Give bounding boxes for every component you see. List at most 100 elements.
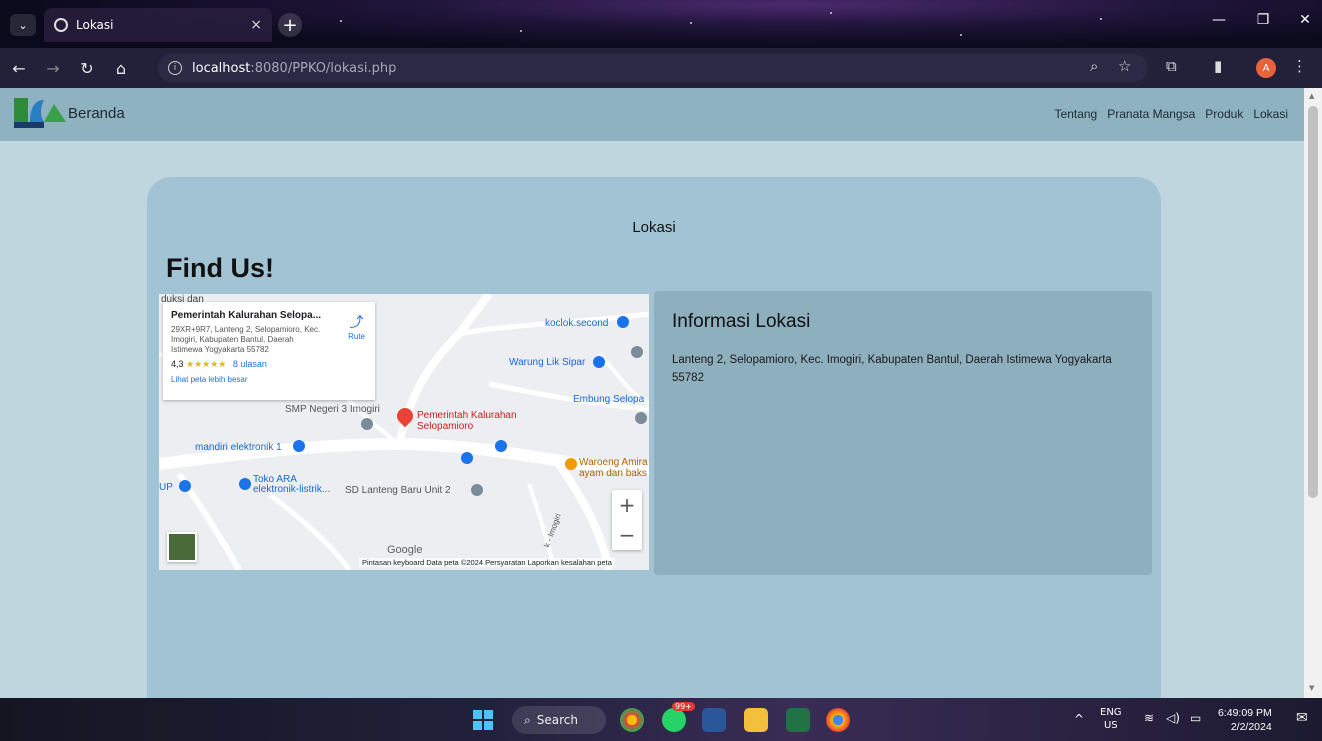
- language-indicator[interactable]: ENG US: [1100, 706, 1122, 732]
- minimize-button[interactable]: —: [1204, 12, 1234, 28]
- shop-pin-icon: [293, 440, 305, 452]
- find-us-heading: Find Us!: [166, 253, 274, 283]
- info-address: Lanteng 2, Selopamioro, Kec. Imogiri, Ka…: [672, 354, 1112, 384]
- menu-dots-icon[interactable]: ⋮: [1292, 57, 1307, 75]
- notification-badge: 99+: [672, 702, 695, 711]
- bookmark-star-icon[interactable]: ☆: [1118, 57, 1131, 75]
- back-arrow-icon[interactable]: ←: [4, 59, 34, 78]
- map-label: koclok.second: [545, 318, 609, 329]
- browser-tab[interactable]: Lokasi ×: [44, 8, 272, 42]
- page-scrollbar[interactable]: ▲ ▼: [1304, 88, 1322, 698]
- start-menu-icon[interactable]: [473, 710, 493, 730]
- close-window-button[interactable]: ✕: [1290, 12, 1320, 28]
- map-attribution[interactable]: Pintasan keyboard Data peta ©2024 Persya…: [359, 558, 615, 567]
- food-pin-icon: [593, 356, 605, 368]
- place-pin-icon: [635, 412, 647, 424]
- reviews-link[interactable]: 8 ulasan: [233, 359, 267, 369]
- file-explorer-icon[interactable]: [744, 708, 768, 732]
- map-label: SMP Negeri 3 Imogiri: [285, 404, 380, 415]
- school-pin-icon: [471, 484, 483, 496]
- clock-time: 6:49:09 PM: [1218, 707, 1272, 719]
- map-label: elektronik-listrik...: [253, 484, 331, 495]
- notification-bell-icon[interactable]: ✉: [1296, 710, 1308, 726]
- shop-pin-icon: [461, 452, 473, 464]
- brand-link[interactable]: Beranda: [68, 105, 125, 122]
- map-label: ayam dan baks: [579, 468, 647, 479]
- directions-icon: ⤴: [349, 314, 364, 330]
- rating-stars-icon: ★★★★★: [186, 359, 227, 369]
- address-bar[interactable]: i localhost:8080/PPKO/lokasi.php: [158, 54, 1148, 82]
- restore-button[interactable]: ❐: [1248, 12, 1278, 28]
- scroll-up-icon[interactable]: ▲: [1309, 92, 1314, 100]
- shop-pin-icon: [495, 440, 507, 452]
- whatsapp-app-icon[interactable]: 99+: [662, 702, 695, 732]
- page-viewport: Beranda Tentang Pranata Mangsa Produk Lo…: [0, 88, 1304, 698]
- profile-avatar[interactable]: A: [1256, 58, 1276, 78]
- zoom-in-button[interactable]: +: [612, 490, 642, 520]
- map-label: Pemerintah Kalurahan: [417, 410, 517, 421]
- search-label: Search: [536, 713, 578, 727]
- shop-pin-icon: [239, 478, 251, 490]
- new-tab-button[interactable]: +: [278, 13, 302, 37]
- scroll-down-icon[interactable]: ▼: [1309, 684, 1314, 692]
- school-pin-icon: [361, 418, 373, 430]
- location-card: Lokasi Find Us! duksi dan koclok.second: [147, 177, 1161, 698]
- nav-link-lokasi[interactable]: Lokasi: [1253, 107, 1288, 121]
- map-label: SD Lanteng Baru Unit 2: [345, 485, 451, 496]
- tray-chevron-icon[interactable]: ^: [1074, 712, 1084, 726]
- url-path: :8080/PPKO/lokasi.php: [250, 60, 397, 76]
- word-app-icon[interactable]: [702, 708, 726, 732]
- reload-icon[interactable]: ↻: [72, 59, 102, 78]
- nav-link-tentang[interactable]: Tentang: [1055, 107, 1098, 121]
- directions-button[interactable]: ⤴ Rute: [348, 312, 365, 341]
- chrome-app-icon[interactable]: [620, 708, 644, 732]
- map-label: Embung Selopa: [573, 394, 645, 405]
- embedded-map[interactable]: duksi dan koclok.second Warung Lik Sipar…: [159, 294, 649, 570]
- url-host: localhost: [192, 60, 251, 76]
- excel-app-icon[interactable]: [786, 708, 810, 732]
- side-panel-icon[interactable]: ▮: [1214, 57, 1222, 75]
- map-layers-button[interactable]: [167, 532, 197, 562]
- map-label: Warung Lik Sipar: [509, 357, 586, 368]
- tab-close-icon[interactable]: ×: [250, 17, 262, 33]
- windows-taskbar: ⌕ Search 99+ ^ ENG US ≋ ◁) ▭ 6:49:09 PM …: [0, 698, 1322, 741]
- map-label: Waroeng Amira: [579, 457, 648, 468]
- directions-label: Rute: [348, 332, 365, 341]
- site-info-icon[interactable]: i: [168, 61, 182, 75]
- taskbar-clock[interactable]: 6:49:09 PM 2/2/2024: [1218, 706, 1272, 734]
- chrome-profile-app-icon[interactable]: [826, 708, 850, 732]
- larger-map-link[interactable]: Lihat peta lebih besar: [171, 375, 367, 384]
- map-label: mandiri elektronik 1: [195, 442, 282, 453]
- zoom-out-button[interactable]: −: [612, 520, 642, 550]
- taskbar-search[interactable]: ⌕ Search: [512, 706, 606, 734]
- volume-icon[interactable]: ◁): [1166, 711, 1180, 725]
- tab-search-button[interactable]: ⌄: [10, 14, 36, 36]
- scrollbar-thumb[interactable]: [1308, 106, 1318, 498]
- place-title: Pemerintah Kalurahan Selopa...: [171, 310, 322, 321]
- wifi-icon[interactable]: ≋: [1144, 711, 1154, 725]
- shop-pin-icon: [617, 316, 629, 328]
- ppko-logo-icon[interactable]: [14, 96, 66, 128]
- map-label: UP: [159, 482, 173, 493]
- restaurant-pin-icon: [565, 458, 577, 470]
- map-zoom-control: + −: [612, 490, 642, 550]
- forward-arrow-icon[interactable]: →: [38, 59, 68, 78]
- zoom-icon[interactable]: ⌕: [1090, 57, 1098, 75]
- home-icon[interactable]: ⌂: [106, 59, 136, 78]
- lang-region: US: [1103, 720, 1118, 731]
- search-icon: ⌕: [524, 712, 531, 727]
- page-title: Lokasi: [632, 219, 676, 236]
- browser-toolbar: ← → ↻ ⌂ i localhost:8080/PPKO/lokasi.php…: [0, 48, 1322, 88]
- place-rating: 4,3 ★★★★★ 8 ulasan: [171, 359, 367, 370]
- location-info-panel: Informasi Lokasi Lanteng 2, Selopamioro,…: [654, 291, 1152, 575]
- rating-value: 4,3: [171, 359, 184, 369]
- nav-link-pranata-mangsa[interactable]: Pranata Mangsa: [1107, 107, 1195, 121]
- globe-icon: [54, 18, 68, 32]
- nav-link-produk[interactable]: Produk: [1205, 107, 1243, 121]
- clock-date: 2/2/2024: [1230, 721, 1272, 733]
- shop-pin-icon: [179, 480, 191, 492]
- battery-icon[interactable]: ▭: [1190, 711, 1201, 725]
- map-label: Selopamioro: [417, 421, 474, 432]
- extensions-icon[interactable]: ⧉: [1166, 57, 1177, 75]
- site-navbar: Beranda Tentang Pranata Mangsa Produk Lo…: [0, 88, 1304, 141]
